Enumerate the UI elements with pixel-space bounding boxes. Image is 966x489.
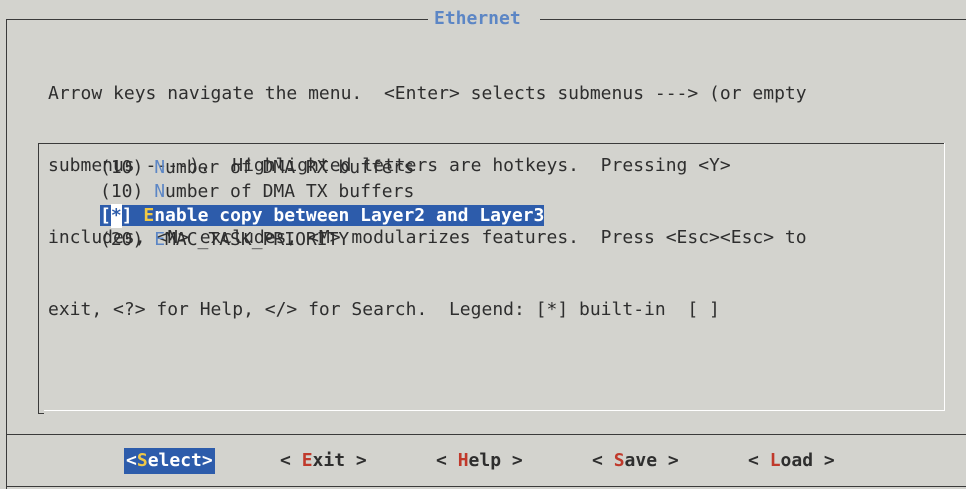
button-label: elect> [147, 450, 213, 471]
menu-item-hotkey: E [143, 205, 155, 226]
button-hotkey: S [136, 450, 148, 471]
menu-item-selection: [*] Enable copy between Layer2 and Layer… [100, 204, 545, 228]
button-label: xit > [312, 450, 367, 471]
menu-item-value: (20) [100, 229, 155, 250]
load-button[interactable]: < Load > [748, 448, 835, 474]
save-button[interactable]: < Save > [592, 448, 679, 474]
select-button[interactable]: <Select> [124, 448, 215, 474]
menu-box-left-border [38, 143, 39, 413]
menu-box-top-border [38, 143, 944, 144]
button-bar-separator [6, 434, 966, 435]
menu-item-value: (10) [100, 157, 155, 178]
checkbox-close-bracket: ] [121, 205, 144, 226]
menu-item-enable-copy-layer2-layer3[interactable]: [*] Enable copy between Layer2 and Layer… [100, 204, 545, 228]
button-bracket: < [592, 450, 614, 471]
button-hotkey: E [301, 450, 313, 471]
dialog-top-border-right [540, 19, 966, 20]
menu-item-emac-task-priority[interactable]: (20) EMAC_TASK_PRIORITY [100, 228, 544, 252]
menu-box-right-border [944, 143, 945, 411]
menu-item-hotkey: E [154, 229, 166, 250]
help-button[interactable]: < Help > [436, 448, 523, 474]
menu-item-label: umber of DMA TX buffers [165, 181, 415, 202]
button-label: oad > [780, 450, 835, 471]
button-bracket: < [126, 450, 137, 471]
dialog-title: Ethernet [428, 8, 527, 30]
dialog-left-border [6, 19, 7, 489]
button-hotkey: S [613, 450, 625, 471]
exit-button[interactable]: < Exit > [280, 448, 367, 474]
checkbox-open-bracket: [ [100, 205, 111, 226]
button-bracket: < [748, 450, 770, 471]
menu-item-label: umber of DMA RX buffers [165, 157, 415, 178]
button-label: ave > [624, 450, 679, 471]
dialog-top-border-left [6, 19, 428, 20]
menu-item-value: (10) [100, 181, 155, 202]
menu-item-dma-rx-buffers[interactable]: (10) Number of DMA RX buffers [100, 156, 544, 180]
button-bracket: < [280, 450, 302, 471]
button-label: elp > [468, 450, 523, 471]
checkbox-mark[interactable]: * [110, 204, 122, 228]
menu-item-hotkey: N [154, 181, 166, 202]
button-bar: <Select> < Exit > < Help > < Save > < Lo… [0, 448, 966, 474]
help-line: exit, <?> for Help, </> for Search. Lege… [48, 299, 720, 320]
menu-item-label: MAC_TASK_PRIORITY [165, 229, 350, 250]
dialog-bottom-border [6, 486, 966, 487]
menu-item-label: nable copy between Layer2 and Layer3 [154, 205, 545, 226]
button-hotkey: L [769, 450, 781, 471]
menu-box-bottom-left-tick [38, 413, 44, 414]
menu-list[interactable]: (10) Number of DMA RX buffers (10) Numbe… [100, 156, 545, 252]
menu-item-hotkey: N [154, 157, 166, 178]
menu-item-dma-tx-buffers[interactable]: (10) Number of DMA TX buffers [100, 180, 544, 204]
help-line: Arrow keys navigate the menu. <Enter> se… [48, 83, 807, 104]
menu-box-bottom-border [44, 410, 944, 411]
button-hotkey: H [457, 450, 469, 471]
button-bracket: < [436, 450, 458, 471]
